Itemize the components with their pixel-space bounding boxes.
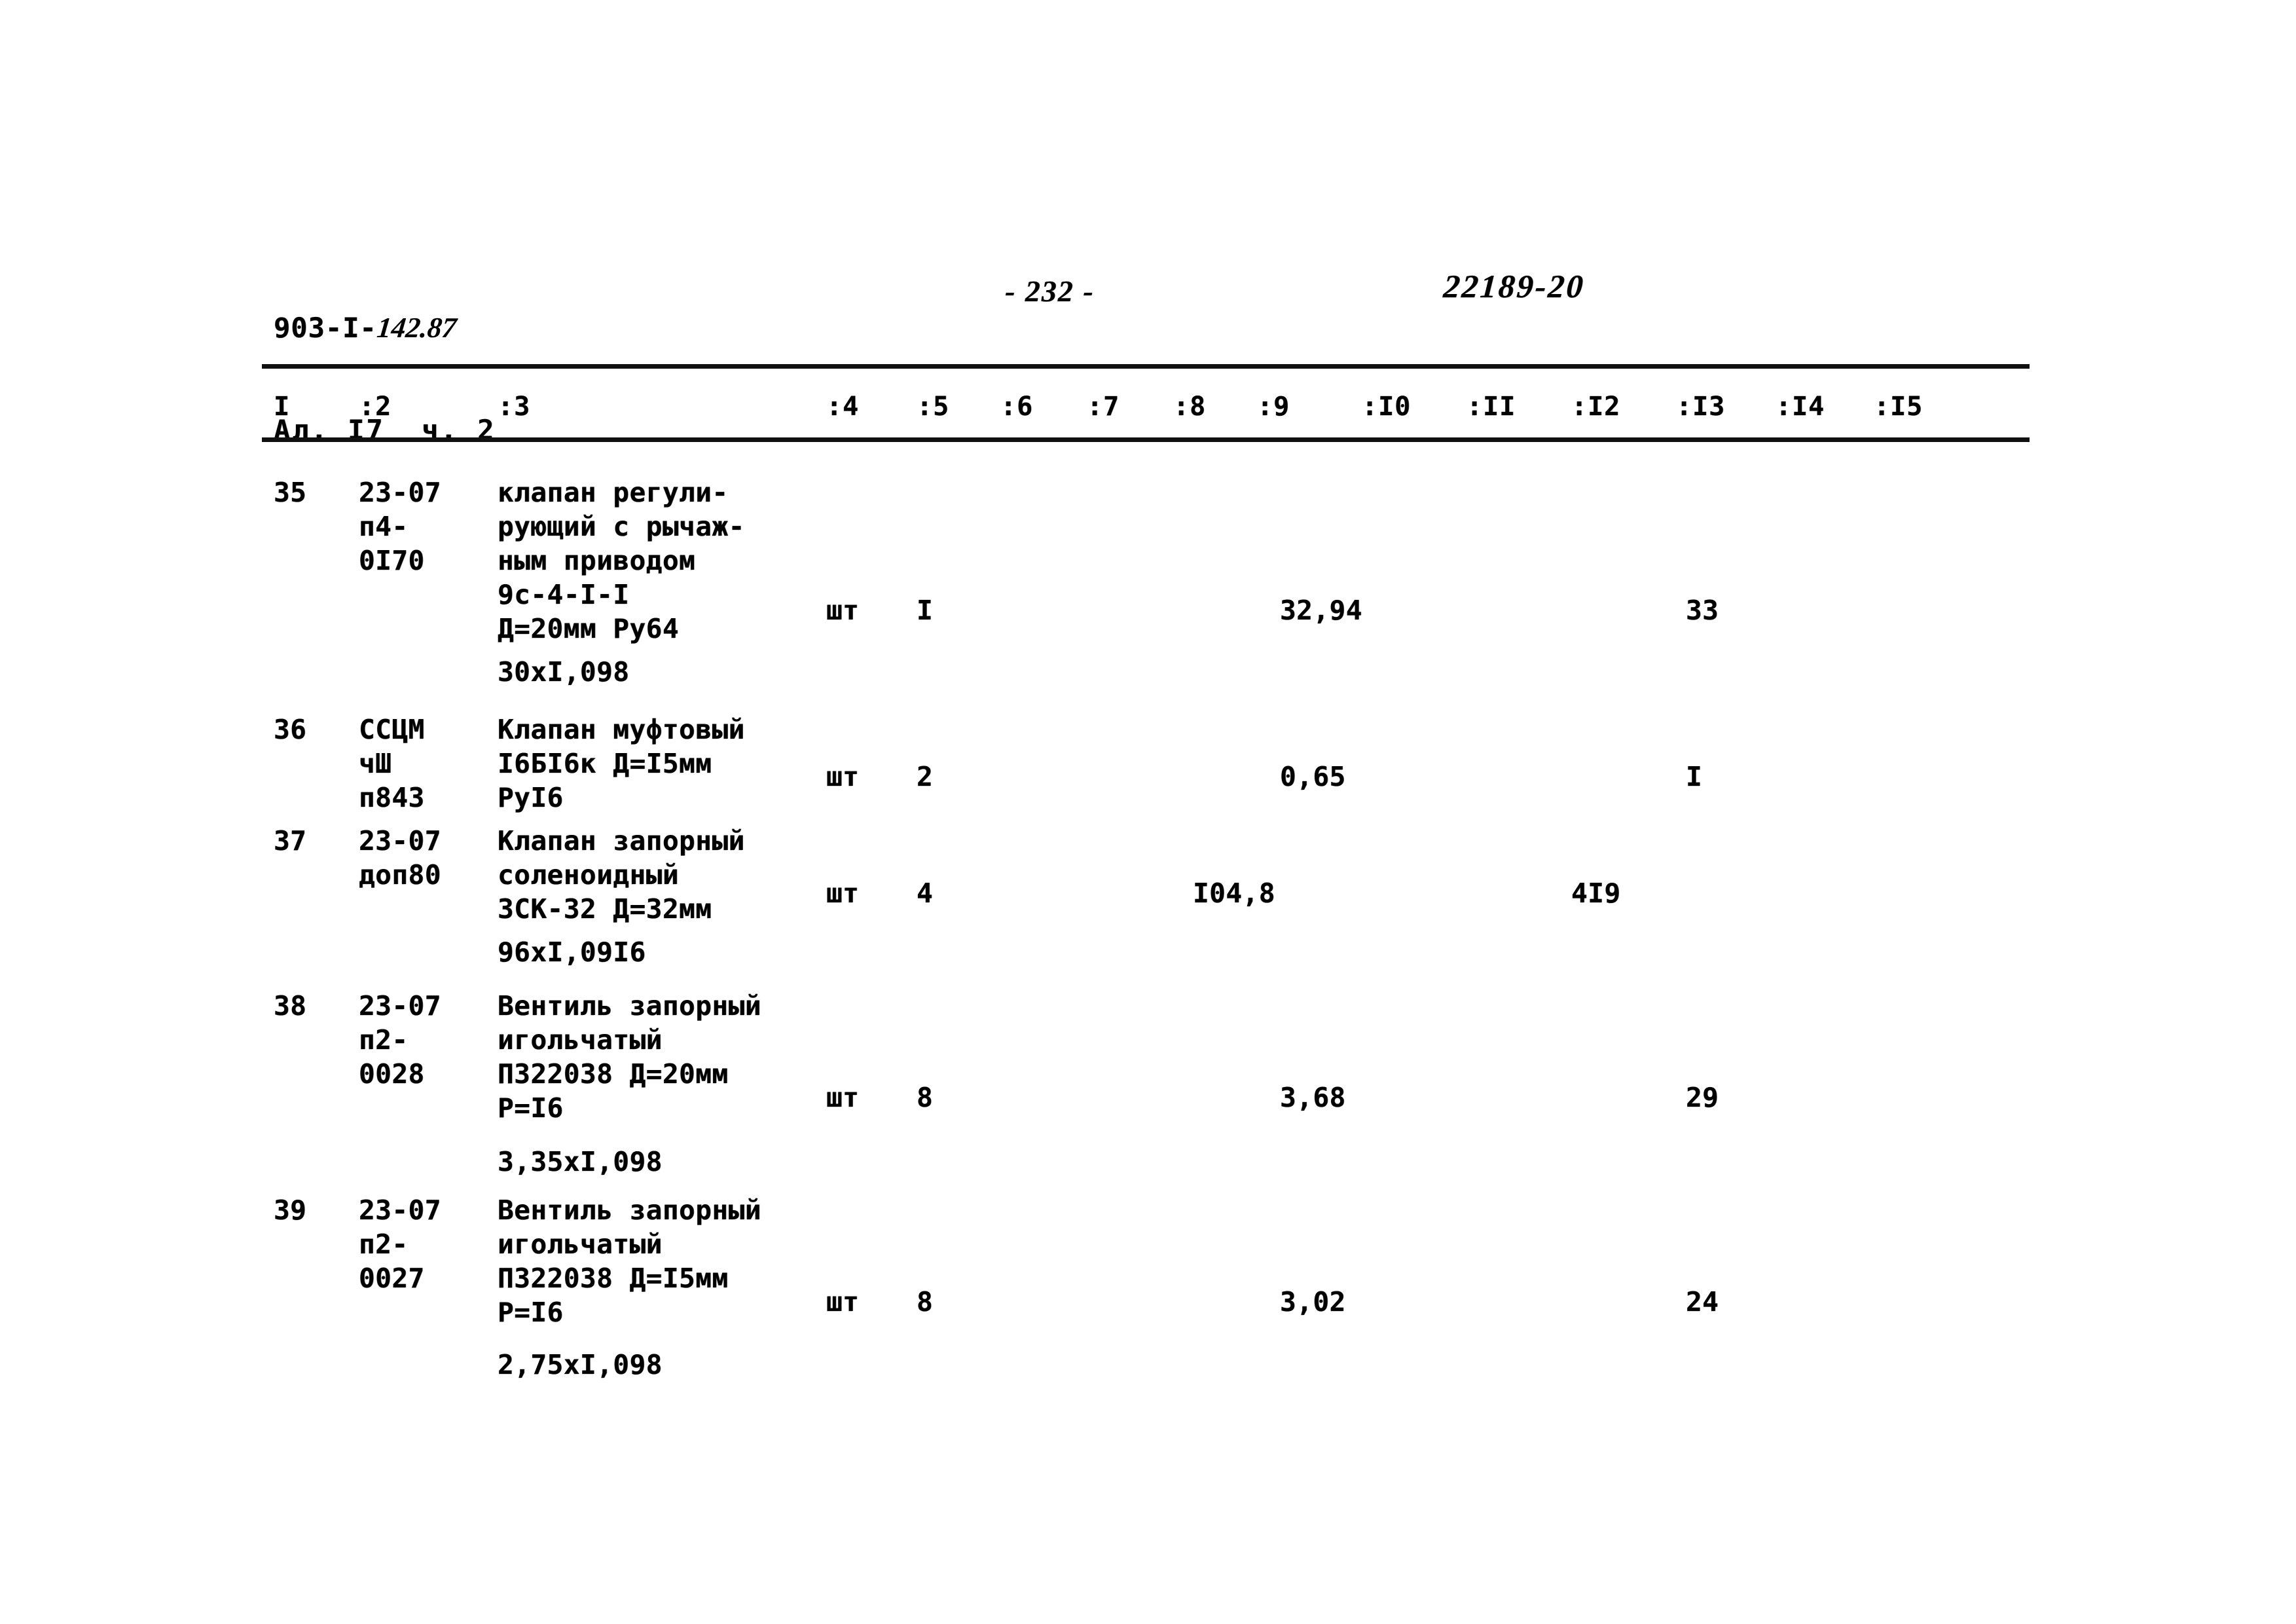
row-number-cell: 38	[274, 990, 307, 1022]
row-col9-value: 32,94	[1280, 595, 1362, 626]
row-quantity-cell: 8	[917, 1082, 934, 1113]
row-quantity-cell: I	[917, 595, 934, 626]
row-quantity-cell: 8	[917, 1286, 934, 1318]
row-col13-value: 33	[1686, 595, 1719, 626]
row-unit-cell: шт	[826, 877, 860, 909]
table-rule-bottom	[262, 437, 2030, 442]
column-header-5: :5	[917, 392, 950, 422]
row-formula-note: 2,75xI,098	[498, 1349, 663, 1380]
row-col13-value: 29	[1686, 1082, 1719, 1113]
column-header-14: :I4	[1776, 392, 1825, 422]
row-unit-cell: шт	[826, 761, 860, 792]
row-code-cell: 23-07 п4- 0I70	[359, 477, 441, 577]
row-formula-note: 96xI,09I6	[498, 936, 646, 968]
row-col9-value: 3,68	[1280, 1082, 1346, 1113]
row-col13-value: I	[1686, 761, 1703, 792]
column-header-4: :4	[826, 392, 860, 422]
row-code-cell: 23-07 доп80	[359, 825, 441, 891]
column-header-13: :I3	[1676, 392, 1726, 422]
row-quantity-cell: 4	[917, 877, 934, 909]
row-unit-cell: шт	[826, 1286, 860, 1318]
archive-stamp: 22189-20	[1442, 268, 1586, 304]
row-number-cell: 35	[274, 477, 307, 508]
column-header-12: :I2	[1571, 392, 1621, 422]
column-header-9: :9	[1257, 392, 1290, 422]
row-unit-cell: шт	[826, 1082, 860, 1113]
column-header-10: :I0	[1362, 392, 1412, 422]
column-header-8: :8	[1173, 392, 1207, 422]
row-number-cell: 39	[274, 1194, 307, 1226]
row-code-cell: 23-07 п2- 0028	[359, 990, 441, 1090]
document-page: 903-I-142.87 Ал. I7 ч. 2 - 232 - 22189-2…	[0, 0, 2296, 1624]
row-col12-value: 4I9	[1571, 877, 1621, 909]
row-col9-value: 0,65	[1280, 761, 1346, 792]
row-number-cell: 37	[274, 825, 307, 857]
row-code-cell: ССЦМ чШ п843	[359, 714, 425, 814]
column-header-2: :2	[359, 392, 392, 422]
document-code-handwritten: 142.87	[375, 312, 458, 344]
document-code-printed: 903-I-	[274, 312, 377, 344]
row-code-cell: 23-07 п2- 0027	[359, 1194, 441, 1295]
page-number: - 232 -	[1005, 274, 1095, 308]
document-code-line: 903-I-142.87	[274, 310, 496, 346]
column-header-11: :II	[1467, 392, 1516, 422]
column-header-1: I	[274, 392, 291, 422]
document-code-header: 903-I-142.87 Ал. I7 ч. 2	[274, 244, 496, 513]
table-rule-top	[262, 364, 2030, 369]
row-col8-value: I04,8	[1193, 877, 1275, 909]
row-formula-note: 3,35xI,098	[498, 1146, 663, 1177]
row-col13-value: 24	[1686, 1286, 1719, 1318]
row-col9-value: 3,02	[1280, 1286, 1346, 1318]
row-number-cell: 36	[274, 714, 307, 745]
column-header-3: :3	[498, 392, 531, 422]
row-quantity-cell: 2	[917, 761, 934, 792]
row-formula-note: 30xI,098	[498, 656, 630, 688]
row-description-cell: Клапан запорный соленоидный ЗСК-32 Д=32м…	[498, 825, 745, 925]
column-header-15: :I5	[1874, 392, 1923, 422]
column-header-7: :7	[1087, 392, 1120, 422]
column-header-6: :6	[1000, 392, 1034, 422]
row-unit-cell: шт	[826, 595, 860, 626]
